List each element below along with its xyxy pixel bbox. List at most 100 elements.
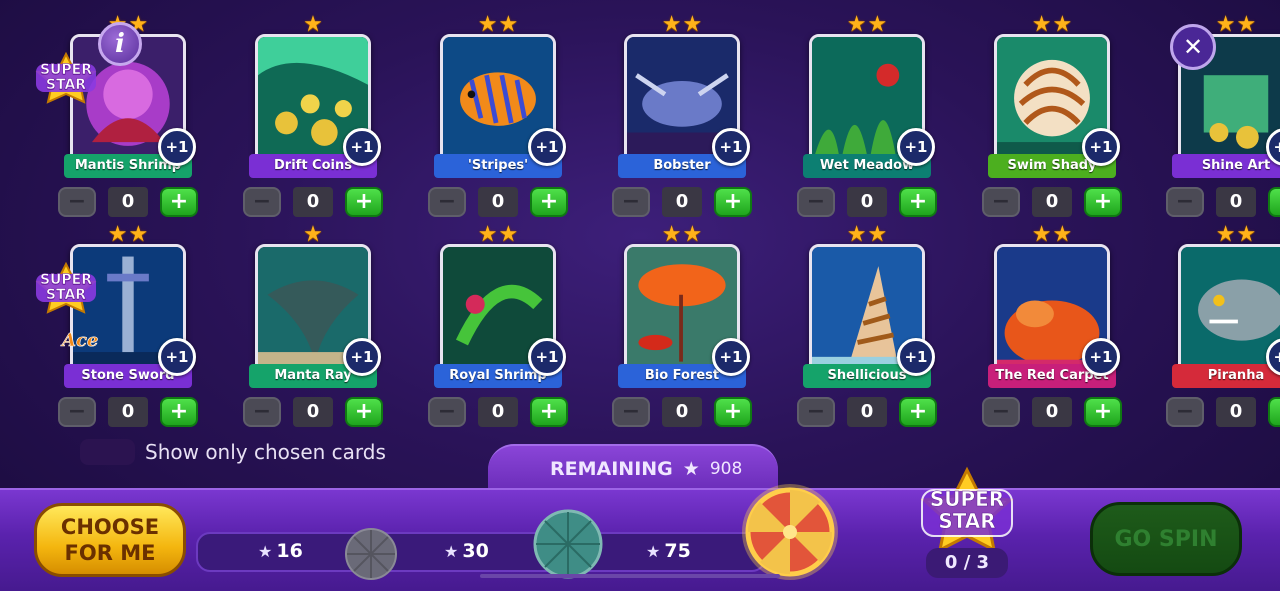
card-stars: ★	[253, 224, 373, 246]
increase-button[interactable]: +	[160, 187, 198, 217]
card[interactable]: ★ ★ Shellicious +1−0 +	[797, 224, 937, 440]
card-quantity-stepper: −0 +	[243, 186, 383, 218]
card-quantity-stepper: −0 +	[58, 396, 198, 428]
increase-button[interactable]: +	[345, 187, 383, 217]
card-bonus-badge: +1	[712, 128, 750, 166]
card-bonus-badge: +1	[528, 128, 566, 166]
card-bonus-badge: +1	[712, 338, 750, 376]
decrease-button[interactable]: −	[1166, 187, 1204, 217]
decrease-button[interactable]: −	[797, 397, 835, 427]
medium-wheel-icon	[533, 509, 603, 579]
decrease-button[interactable]: −	[243, 187, 281, 217]
scroll-indicator	[480, 574, 780, 578]
card-bonus-badge: +1	[897, 338, 935, 376]
card-stars: ★★	[992, 224, 1112, 246]
decrease-button[interactable]: −	[982, 397, 1020, 427]
increase-button[interactable]: +	[1268, 397, 1280, 427]
card-stars: ★★	[807, 14, 927, 36]
increase-button[interactable]: +	[1268, 187, 1280, 217]
star-icon: ★	[1215, 12, 1236, 37]
card-bonus-badge: +1	[343, 338, 381, 376]
card-bonus-badge: +1	[528, 338, 566, 376]
go-spin-button[interactable]: GO SPIN	[1090, 502, 1242, 576]
card-quantity-stepper: −0 +	[243, 396, 383, 428]
choose-for-me-button[interactable]: CHOOSE FOR ME	[34, 503, 186, 577]
card-bonus-badge: +1	[897, 128, 935, 166]
decrease-button[interactable]: −	[428, 187, 466, 217]
star-icon: ★	[498, 222, 519, 247]
star-icon: ★	[867, 222, 888, 247]
decrease-button[interactable]: −	[982, 187, 1020, 217]
decrease-button[interactable]: −	[1166, 397, 1204, 427]
card-bonus-badge: +1	[1082, 338, 1120, 376]
card-count: 0	[847, 187, 887, 217]
close-button[interactable]: ✕	[1170, 24, 1216, 70]
card[interactable]: ★★Piranha+1−0+	[1166, 224, 1280, 440]
card-count: 0	[662, 187, 702, 217]
star-icon: ★	[846, 12, 867, 37]
increase-button[interactable]: +	[714, 187, 752, 217]
card[interactable]: ★ Drift Coins +1−0 +	[243, 14, 383, 230]
increase-button[interactable]: +	[714, 397, 752, 427]
decrease-button[interactable]: −	[58, 397, 96, 427]
card-count: 0	[1216, 187, 1256, 217]
show-chosen-toggle[interactable]	[80, 439, 135, 465]
increase-button[interactable]: +	[899, 397, 937, 427]
star-icon: ★	[1031, 222, 1052, 247]
card-bonus-badge: +1	[343, 128, 381, 166]
decrease-button[interactable]: −	[612, 397, 650, 427]
decrease-button[interactable]: −	[612, 187, 650, 217]
star-icon: ★	[1236, 12, 1257, 37]
star-icon: ★	[1052, 12, 1073, 37]
filter-row: Show only chosen cards	[80, 438, 386, 466]
card-bonus-badge: +1	[158, 338, 196, 376]
card-count: 0	[847, 397, 887, 427]
decrease-button[interactable]: −	[797, 187, 835, 217]
card-quantity-stepper: −0 +	[982, 186, 1122, 218]
card-quantity-stepper: −0 +	[612, 186, 752, 218]
card-quantity-stepper: −0 +	[1166, 396, 1280, 428]
star-icon: ★	[1215, 222, 1236, 247]
star-icon: ★	[661, 12, 682, 37]
card-count: 0	[478, 187, 518, 217]
small-wheel-icon	[345, 528, 397, 580]
increase-button[interactable]: +	[530, 187, 568, 217]
card-count: 0	[108, 187, 148, 217]
card-count: 0	[293, 397, 333, 427]
increase-button[interactable]: +	[899, 187, 937, 217]
milestone-value: 75	[664, 540, 691, 562]
card-stars: ★	[253, 14, 373, 36]
card-name: Piranha	[1172, 364, 1280, 388]
card-count: 0	[293, 187, 333, 217]
card[interactable]: ★ ★ The Red Carpet +1−0 +	[982, 224, 1122, 440]
info-button[interactable]: i	[98, 22, 142, 66]
star-icon: ★	[867, 12, 888, 37]
card-art	[1178, 244, 1280, 378]
super-star-badge: SUPER STAR	[34, 262, 98, 314]
increase-button[interactable]: +	[530, 397, 568, 427]
card-count: 0	[662, 397, 702, 427]
card-stars: ★★	[68, 224, 188, 246]
card[interactable]: ★ ★ Bio Forest +1−0 +	[612, 224, 752, 440]
card[interactable]: ★ ★ 'Stripes' +1−0 +	[428, 14, 568, 230]
star-icon: ★	[682, 12, 703, 37]
decrease-button[interactable]: −	[428, 397, 466, 427]
card-quantity-stepper: −0 +	[1166, 186, 1280, 218]
increase-button[interactable]: +	[1084, 187, 1122, 217]
increase-button[interactable]: +	[1084, 397, 1122, 427]
increase-button[interactable]: +	[160, 397, 198, 427]
star-icon: ★	[303, 12, 323, 37]
card-count: 0	[108, 397, 148, 427]
card[interactable]: ★ ★ Swim Shady +1−0 +	[982, 14, 1122, 230]
card[interactable]: ★ ★ Bobster +1−0 +	[612, 14, 752, 230]
card[interactable]: ★ ★ Royal Shrimp +1−0 +	[428, 224, 568, 440]
increase-button[interactable]: +	[345, 397, 383, 427]
decrease-button[interactable]: −	[243, 397, 281, 427]
card-quantity-stepper: −0 +	[797, 396, 937, 428]
card[interactable]: ★ ★ Wet Meadow +1−0 +	[797, 14, 937, 230]
super-label-line2: STAR	[938, 509, 996, 533]
card[interactable]: ★ Manta Ray +1−0 +	[243, 224, 383, 440]
star-icon: ★	[477, 222, 498, 247]
decrease-button[interactable]: −	[58, 187, 96, 217]
card[interactable]: ★ ★ Stone Sword +1−0 + SUPER STAR Ace	[35, 224, 198, 440]
